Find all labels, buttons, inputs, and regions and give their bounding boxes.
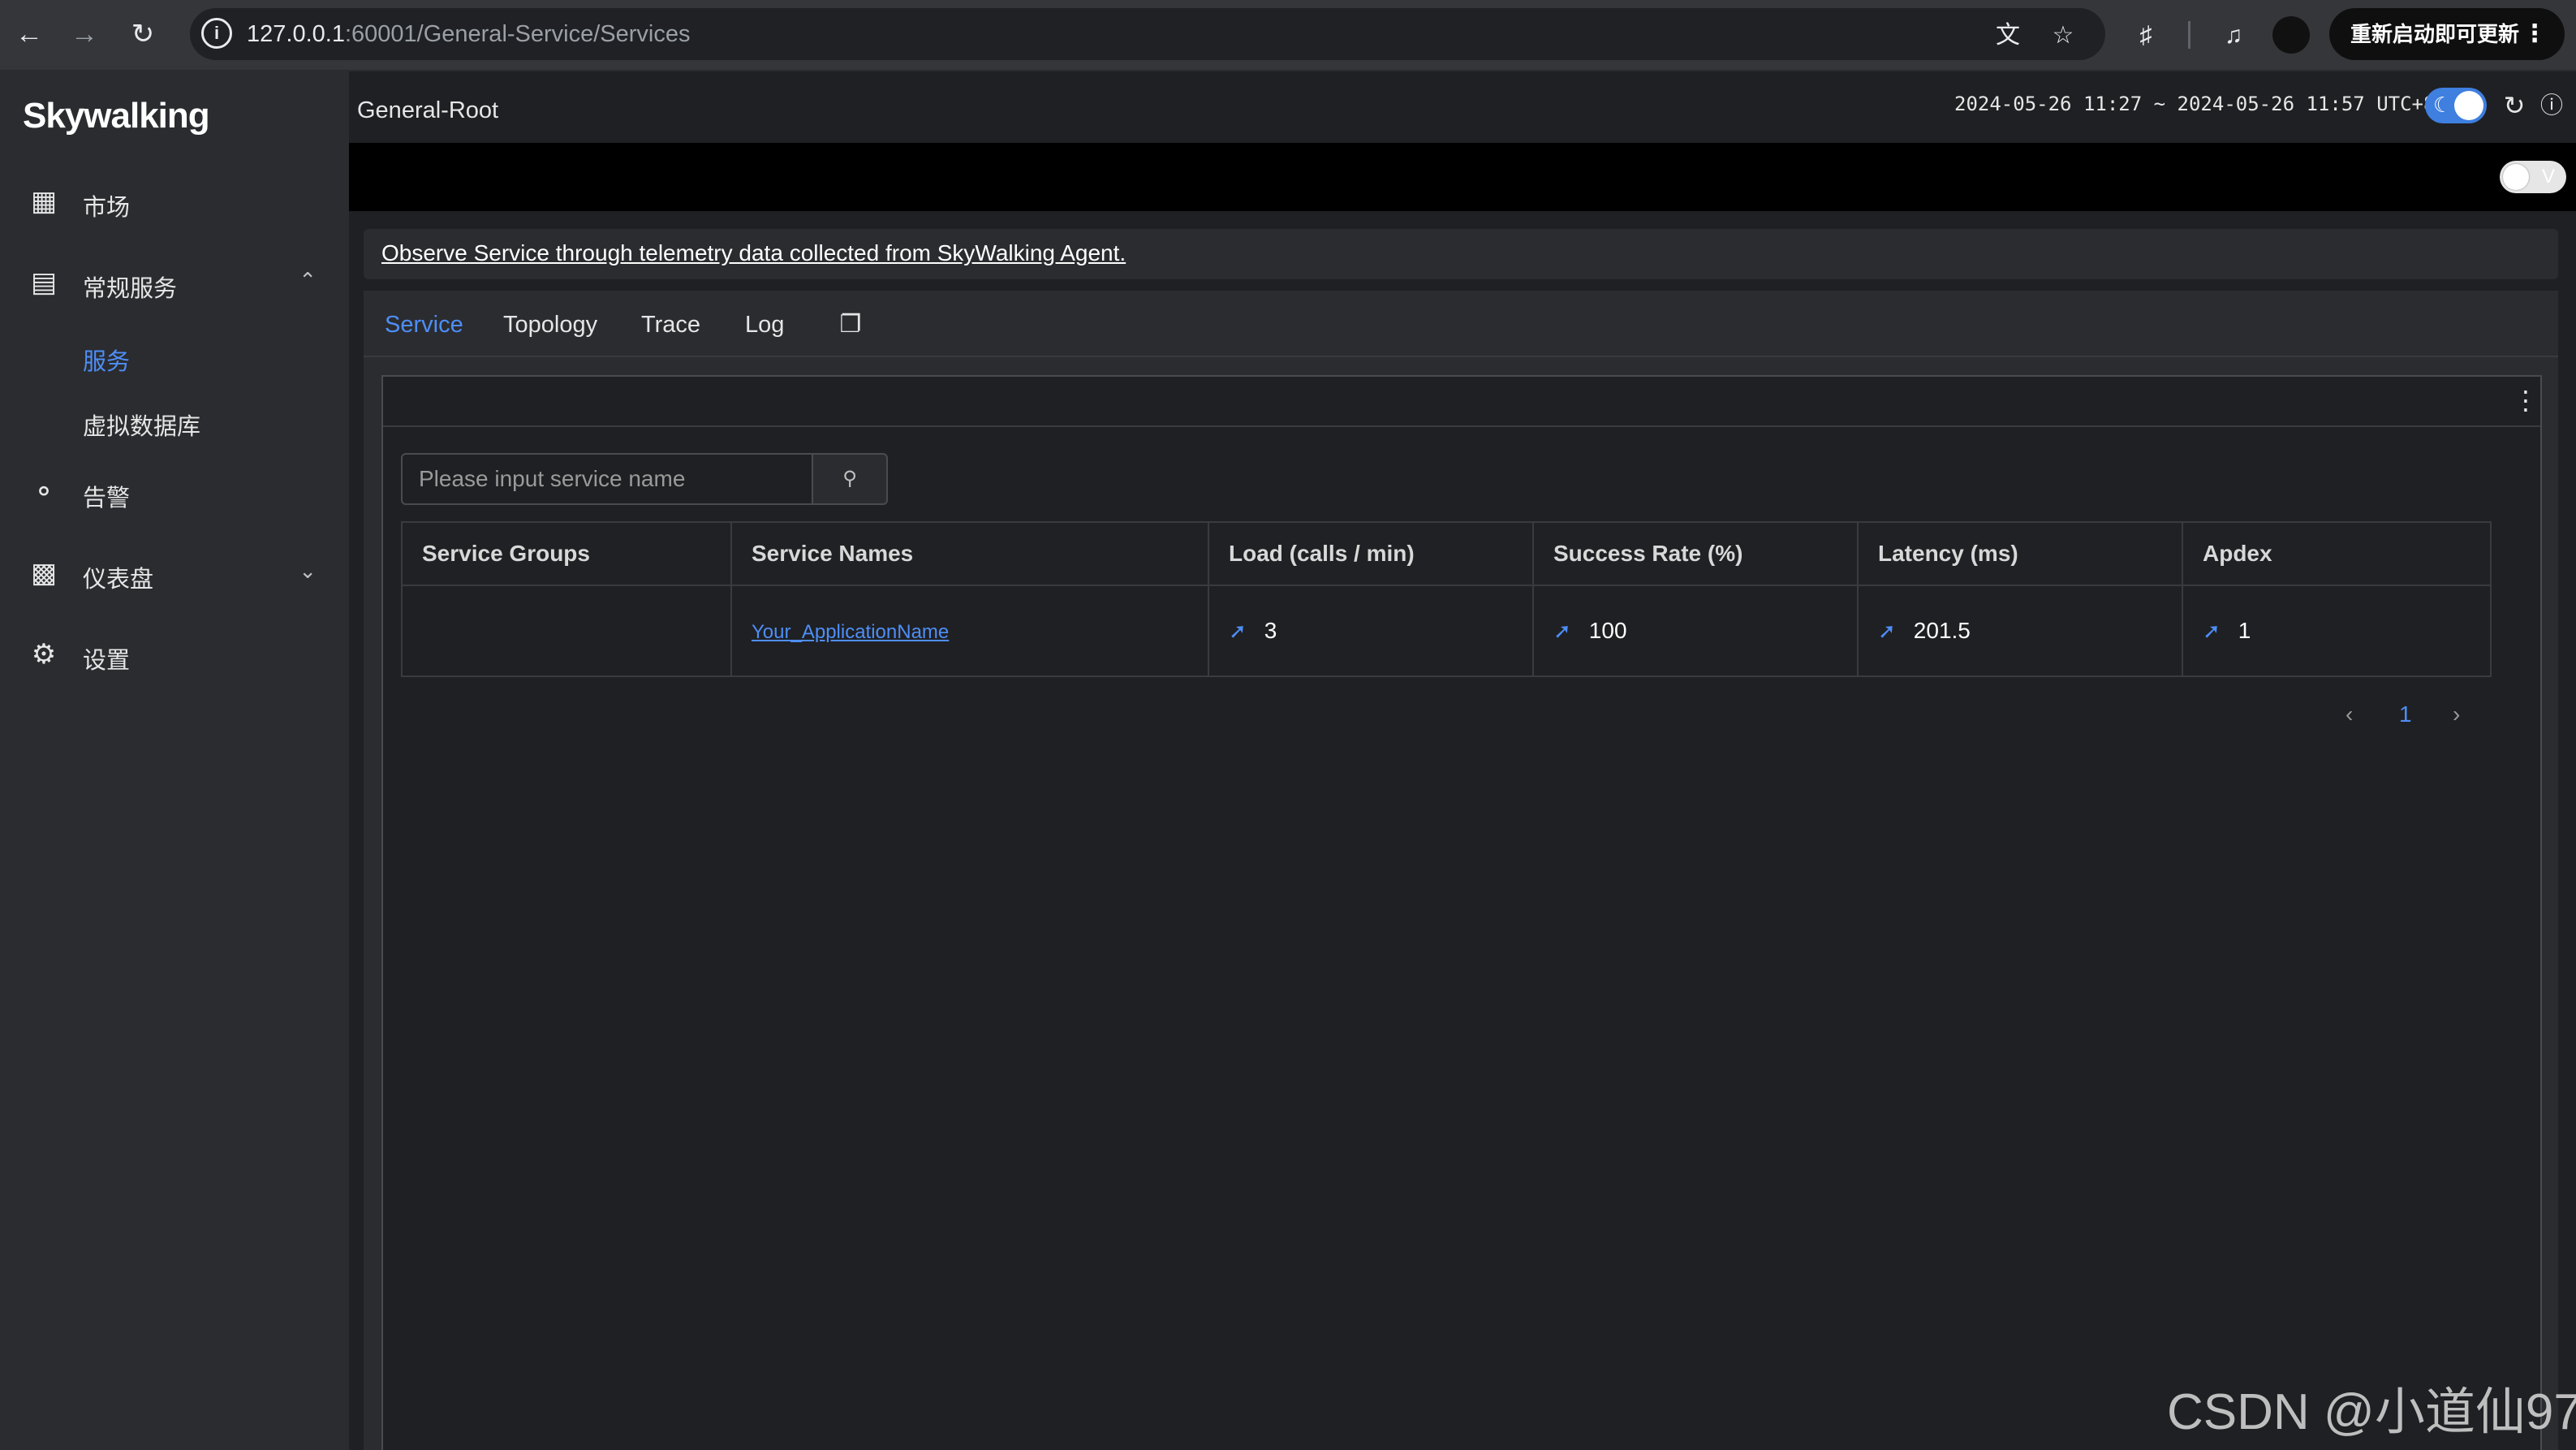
column-header: Apdex bbox=[2182, 521, 2492, 586]
sidebar-item-dashboard[interactable]: ▩ 仪表盘 ⌄ bbox=[0, 541, 349, 606]
apdex-cell: ➚ 1 bbox=[2182, 585, 2492, 677]
csdn-watermark: CSDN @小道仙97 bbox=[2167, 1384, 2576, 1440]
url-text: 127.0.0.1:60001/General-Service/Services bbox=[247, 21, 691, 47]
sidebar-item-marketplace[interactable]: ▦ 市场 bbox=[0, 169, 349, 234]
refresh-icon[interactable]: ↻ bbox=[2498, 89, 2531, 122]
apdex-value: 1 bbox=[2238, 618, 2251, 643]
tab-log[interactable]: Log bbox=[745, 312, 784, 339]
sidebar-item-alarm[interactable]: ⚬ 告警 bbox=[0, 460, 349, 524]
sidebar-item-label: 常规服务 bbox=[83, 276, 178, 302]
tab-service[interactable]: Service bbox=[385, 312, 463, 339]
column-header: Service Groups bbox=[401, 521, 732, 586]
skywalking-logo[interactable]: Skywalking bbox=[23, 96, 210, 136]
next-page-chevron-icon[interactable]: › bbox=[2453, 701, 2460, 727]
service-name-cell: Your_ApplicationName bbox=[730, 585, 1209, 677]
trend-line-icon[interactable]: ➚ bbox=[1229, 619, 1247, 643]
column-header: Load (calls / min) bbox=[1208, 521, 1534, 586]
dashboard-grid-icon: ▦ bbox=[30, 186, 58, 217]
tab-trace[interactable]: Trace bbox=[641, 312, 700, 339]
sidebar-item-label: 设置 bbox=[83, 648, 131, 674]
prev-page-chevron-icon[interactable]: ‹ bbox=[2346, 701, 2353, 727]
profile-avatar[interactable] bbox=[2272, 16, 2310, 54]
sidebar-item-label: 服务 bbox=[83, 349, 131, 375]
copy-document-icon[interactable]: ❐ bbox=[836, 310, 865, 339]
table-header-row: Service Groups Service Names Load (calls… bbox=[401, 521, 2492, 586]
sidebar-item-settings[interactable]: ⚙ 设置 bbox=[0, 622, 349, 687]
layer-description: Observe Service through telemetry data c… bbox=[364, 229, 2558, 279]
time-range-picker[interactable]: 2024-05-26 11:27 ~ 2024-05-26 11:57 UTC+… bbox=[1954, 93, 2458, 115]
column-header: Success Rate (%) bbox=[1532, 521, 1859, 586]
breadcrumb: General-Root bbox=[357, 97, 499, 123]
table-row: Your_ApplicationName ➚ 3 ➚ 100 ➚ 201.5 ➚ 1 bbox=[401, 585, 2492, 677]
description-link[interactable]: Observe Service through telemetry data c… bbox=[381, 240, 1126, 266]
trend-line-icon[interactable]: ➚ bbox=[2203, 619, 2221, 643]
toggle-label: V bbox=[2541, 166, 2555, 188]
sidebar-item-label: 虚拟数据库 bbox=[83, 414, 201, 440]
moon-icon: ☾ bbox=[2433, 93, 2453, 117]
latency-cell: ➚ 201.5 bbox=[1857, 585, 2183, 677]
sidebar-item-general-service[interactable]: ▤ 常规服务 ⌃ bbox=[0, 250, 349, 315]
alarm-shield-icon: ⚬ bbox=[32, 477, 56, 507]
v-toggle-switch[interactable]: V bbox=[2500, 161, 2566, 193]
translate-icon[interactable]: 文 bbox=[1993, 21, 2022, 50]
load-value: 3 bbox=[1264, 618, 1277, 643]
address-bar[interactable]: i 127.0.0.1:60001/General-Service/Servic… bbox=[190, 8, 2105, 60]
pagination: ‹ 1 › bbox=[2346, 701, 2483, 734]
service-search: ⚲ bbox=[401, 453, 888, 505]
trend-line-icon[interactable]: ➚ bbox=[1878, 619, 1896, 643]
forward-arrow-icon[interactable]: → bbox=[67, 16, 102, 52]
success-rate-value: 100 bbox=[1588, 618, 1627, 643]
gear-icon: ⚙ bbox=[31, 639, 57, 670]
load-cell: ➚ 3 bbox=[1208, 585, 1534, 677]
top-header: General-Root 2024-05-26 11:27 ~ 2024-05-… bbox=[349, 71, 2576, 143]
service-table: Service Groups Service Names Load (calls… bbox=[401, 521, 2492, 677]
bookmark-star-icon[interactable]: ☆ bbox=[2048, 21, 2078, 50]
toggle-knob bbox=[2454, 91, 2483, 120]
chevron-up-icon: ⌃ bbox=[299, 268, 317, 292]
sidebar-subitem-service[interactable]: 服务 bbox=[0, 326, 349, 385]
bar-chart-icon: ▤ bbox=[30, 267, 58, 298]
sidebar-item-label: 仪表盘 bbox=[83, 567, 154, 593]
tab-topology[interactable]: Topology bbox=[503, 312, 597, 339]
toggle-knob bbox=[2503, 164, 2529, 190]
more-vertical-icon: ⋮ bbox=[2522, 20, 2547, 47]
extensions-icon[interactable]: ♯ bbox=[2128, 18, 2164, 54]
chevron-down-icon: ⌄ bbox=[299, 559, 317, 583]
theme-toggle[interactable]: ☾ bbox=[2425, 88, 2487, 123]
tab-bar: Service Topology Trace Log ❐ bbox=[364, 291, 2558, 357]
success-rate-cell: ➚ 100 bbox=[1532, 585, 1859, 677]
browser-chrome: ← → ↻ i 127.0.0.1:60001/General-Service/… bbox=[0, 0, 2576, 71]
sidebar-item-label: 市场 bbox=[83, 195, 131, 221]
search-input[interactable] bbox=[401, 453, 813, 505]
dashboard-icon: ▩ bbox=[30, 558, 58, 589]
service-group-cell bbox=[401, 585, 732, 677]
sidebar: Skywalking ▦ 市场 ▤ 常规服务 ⌃ 服务 虚拟数据库 ⚬ 告警 ▩… bbox=[0, 71, 349, 1450]
media-control-icon[interactable]: ♫ bbox=[2216, 18, 2251, 54]
more-vertical-icon[interactable]: ⋮ bbox=[2513, 387, 2539, 416]
search-icon[interactable]: ⚲ bbox=[812, 453, 888, 505]
update-button[interactable]: 重新启动即可更新 ⋮ bbox=[2329, 8, 2565, 60]
site-info-icon[interactable]: i bbox=[201, 18, 232, 49]
toolbar-strip: V bbox=[349, 143, 2576, 211]
trend-line-icon[interactable]: ➚ bbox=[1553, 619, 1571, 643]
sidebar-subitem-virtual-database[interactable]: 虚拟数据库 bbox=[0, 391, 349, 450]
page-number[interactable]: 1 bbox=[2399, 701, 2412, 727]
widget-header: ⋮ bbox=[383, 377, 2540, 427]
service-name-link[interactable]: Your_ApplicationName bbox=[752, 621, 949, 643]
back-arrow-icon[interactable]: ← bbox=[11, 16, 47, 52]
latency-value: 201.5 bbox=[1913, 618, 1971, 643]
toolbar-divider bbox=[2188, 21, 2190, 49]
info-icon[interactable]: ⓘ bbox=[2535, 89, 2568, 122]
sidebar-item-label: 告警 bbox=[83, 485, 131, 511]
column-header: Latency (ms) bbox=[1857, 521, 2183, 586]
column-header: Service Names bbox=[730, 521, 1209, 586]
service-list-widget: ⋮ ⚲ Service Groups Service Names Load (c… bbox=[381, 375, 2542, 1450]
reload-icon[interactable]: ↻ bbox=[125, 16, 161, 52]
